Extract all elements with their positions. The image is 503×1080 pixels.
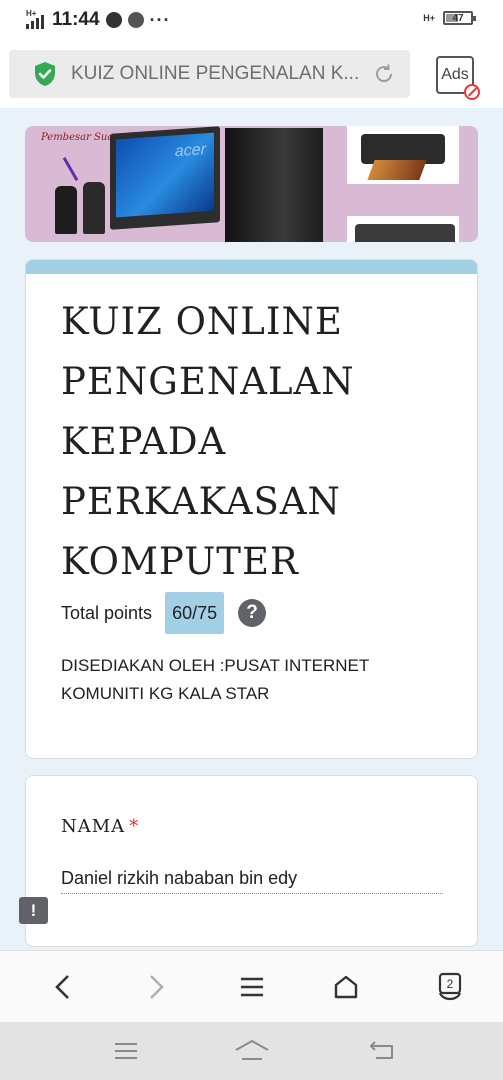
printer-image — [347, 126, 459, 184]
system-nav-bar — [0, 1022, 503, 1080]
address-bar[interactable]: KUIZ ONLINE PENGENALAN K... — [9, 50, 410, 98]
monitor-image: acer — [110, 126, 220, 230]
back-button[interactable] — [45, 969, 81, 1005]
required-asterisk: * — [129, 816, 140, 837]
tabs-button[interactable]: 2 — [432, 969, 468, 1005]
forward-button[interactable] — [138, 969, 174, 1005]
tabs-icon: 2 — [438, 972, 462, 1001]
monitor-brand: acer — [174, 141, 206, 161]
ads-label: Ads — [441, 66, 469, 83]
cpu-tower-image — [225, 128, 323, 242]
card-accent-bar — [26, 260, 477, 274]
more-notifications-icon: ··· — [149, 9, 171, 30]
question-card-nama: NAMA * Daniel rizkih nababan bin edy — [25, 775, 478, 947]
recents-icon[interactable] — [114, 1042, 138, 1060]
form-description: DISEDIAKAN OLEH :PUSAT INTERNET KOMUNITI… — [61, 656, 369, 703]
back-icon[interactable] — [370, 1041, 396, 1061]
tab-count: 2 — [447, 977, 454, 991]
chrome-icon — [127, 12, 144, 28]
arrow-graphic — [62, 156, 79, 182]
answer-field: Daniel rizkih nababan bin edy — [61, 868, 443, 894]
back-icon — [55, 975, 69, 999]
home-icon[interactable] — [234, 1038, 270, 1062]
status-bar: H+ 11:44 ··· H+ 47 — [0, 0, 503, 40]
ads-block-icon — [464, 84, 480, 100]
report-issue-icon[interactable]: ! — [19, 897, 48, 924]
header-image: Pembesar Suara acer — [25, 126, 478, 242]
shield-check-icon — [35, 62, 55, 86]
total-points-row: Total points 60/75 ? — [61, 592, 267, 634]
speaker-image — [55, 186, 77, 234]
home-button[interactable] — [328, 969, 364, 1005]
ads-block-button[interactable]: Ads — [436, 56, 480, 100]
upload-icon — [105, 12, 122, 28]
question-label: NAMA — [61, 816, 126, 837]
menu-icon — [241, 977, 263, 997]
signal-icon: H+ — [26, 9, 46, 29]
browser-toolbar: KUIZ ONLINE PENGENALAN K... Ads — [0, 40, 503, 108]
speaker-image — [83, 182, 105, 234]
scanner-image — [347, 216, 459, 242]
question-title: NAMA * — [61, 816, 139, 837]
form-header-card: KUIZ ONLINE PENGENALAN KEPADA PERKAKASAN… — [25, 259, 478, 759]
points-label: Total points — [61, 602, 153, 623]
points-score-badge: 60/75 — [165, 592, 225, 634]
page-title-in-url[interactable]: KUIZ ONLINE PENGENALAN K... — [71, 63, 371, 85]
menu-button[interactable] — [234, 969, 270, 1005]
help-icon[interactable]: ? — [238, 599, 267, 627]
reload-icon[interactable] — [372, 62, 396, 86]
battery-level: 47 — [452, 12, 464, 24]
clock: 11:44 — [52, 9, 100, 30]
network-icon: H+ — [423, 12, 435, 23]
browser-bottom-nav: 2 — [0, 950, 503, 1022]
forward-icon — [150, 975, 164, 999]
home-icon — [334, 975, 358, 999]
battery-icon: 47 — [443, 11, 476, 25]
form-title: KUIZ ONLINE PENGENALAN KEPADA PERKAKASAN… — [61, 300, 355, 583]
